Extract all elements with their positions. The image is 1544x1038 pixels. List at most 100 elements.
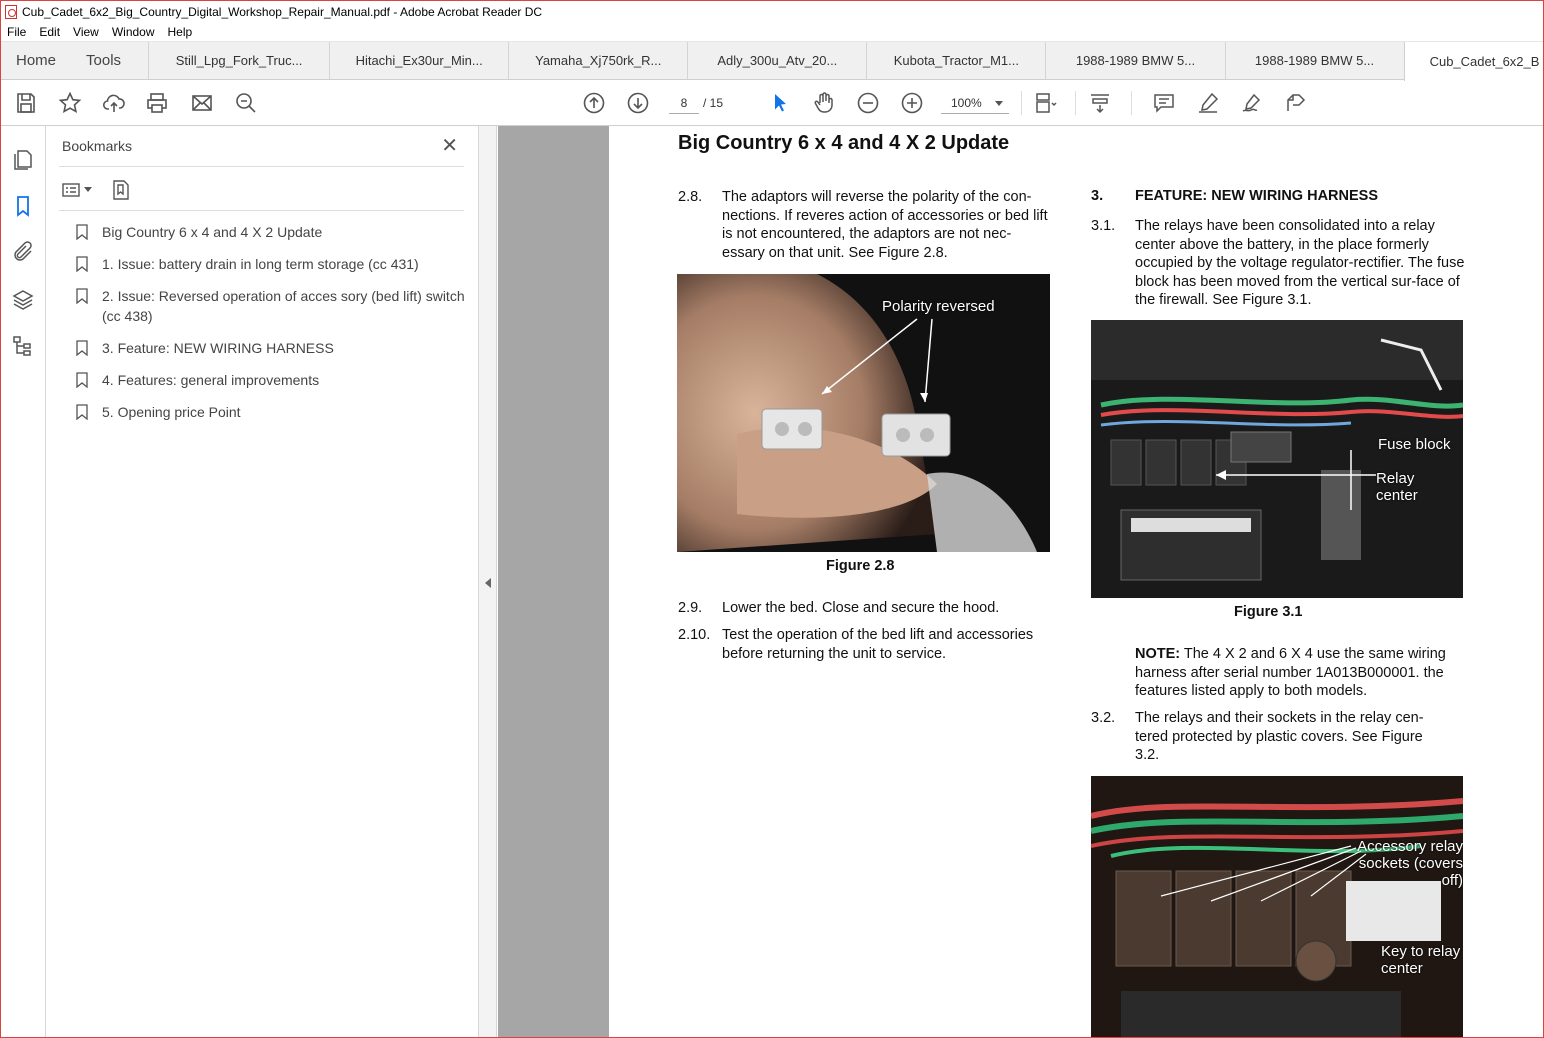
pdf-page: Big Country 6 x 4 and 4 X 2 Update 2.8. … [609,126,1543,1037]
title-bar: Cub_Cadet_6x2_Big_Country_Digital_Worksh… [1,1,1543,23]
bookmark-item[interactable]: 5. Opening price Point [76,402,466,422]
tab-document[interactable]: Adly_300u_Atv_20... [687,42,866,79]
toolbar-divider [1131,91,1132,115]
comment-icon[interactable] [1151,90,1177,116]
bookmark-flag-icon [76,372,88,389]
menu-edit[interactable]: Edit [39,25,60,39]
previous-page-icon[interactable] [581,90,607,116]
scroll-mode-icon[interactable] [1087,90,1113,116]
figure-3-1-photo: Fuse block Relay center [1091,320,1463,598]
collapse-arrow-icon[interactable] [485,578,491,588]
figure-label: Accessory relay sockets (covers off) [1357,838,1463,889]
bookmark-item[interactable]: 3. Feature: NEW WIRING HARNESS [76,338,466,358]
tab-document[interactable]: Kubota_Tractor_M1... [866,42,1045,79]
close-icon[interactable]: ✕ [441,136,458,156]
page-thumbnails-icon[interactable] [11,148,35,172]
window-title: Cub_Cadet_6x2_Big_Country_Digital_Worksh… [22,5,543,19]
upload-cloud-icon[interactable] [101,90,127,116]
zoom-in-icon[interactable] [899,90,925,116]
highlight-pen-icon[interactable] [1195,90,1221,116]
page-layout-icon[interactable] [1033,90,1059,116]
pdf-app-icon [5,5,17,19]
share-tool-icon[interactable] [1283,90,1309,116]
tab-document[interactable]: Hitachi_Ex30ur_Min... [329,42,508,79]
bookmark-flag-icon [76,224,88,241]
bookmark-label: 2. Issue: Reversed operation of acces so… [102,288,465,324]
tab-document-active[interactable]: Cub_Cadet_6x2_B [1403,42,1543,81]
chevron-down-icon [995,101,1003,106]
para-number: 2.9. [678,600,703,616]
zoom-out-icon[interactable] [855,90,881,116]
page-total: / 15 [703,96,724,110]
figure-caption: Figure 2.8 [826,558,895,574]
page-number-input[interactable]: 8 [669,92,699,114]
select-cursor-icon[interactable] [767,90,793,116]
bookmarks-icon[interactable] [11,194,35,218]
menu-file[interactable]: File [7,25,26,39]
attachments-icon[interactable] [11,240,35,264]
bookmark-item[interactable]: Big Country 6 x 4 and 4 X 2 Update [76,222,466,242]
star-icon[interactable] [57,90,83,116]
figure-label: Relay center [1376,470,1418,504]
zoom-value: 100% [951,96,982,110]
divider [59,166,464,167]
bookmark-flag-icon [76,288,88,305]
acrobat-window: Cub_Cadet_6x2_Big_Country_Digital_Worksh… [0,0,1544,1038]
tab-tools[interactable]: Tools [71,42,136,79]
email-icon[interactable] [189,90,215,116]
bookmarks-header: Bookmarks [62,138,133,154]
bookmark-item[interactable]: 1. Issue: battery drain in long term sto… [76,254,466,274]
save-icon[interactable] [13,90,39,116]
note-text: The 4 X 2 and 6 X 4 use the same wiring … [1135,646,1446,699]
paragraph-3-2: The relays and their sockets in the rela… [1135,710,1424,763]
layers-icon[interactable] [11,288,35,312]
paragraph-2-9: Lower the bed. Close and secure the hood… [722,600,1000,616]
search-zoom-icon[interactable] [233,90,259,116]
bookmark-flag-icon [76,340,88,357]
bookmark-label: 4. Features: general improvements [102,372,320,388]
figure-2-8-photo: Polarity reversed [677,274,1050,552]
sign-icon[interactable] [1239,90,1265,116]
divider [59,210,464,211]
toolbar-divider [1075,91,1076,115]
paragraph-2-10: Test the operation of the bed lift and a… [722,627,1034,662]
section-number: 3. [1091,188,1104,204]
navigation-rail [1,126,46,1037]
menu-bar: File Edit View Window Help [1,23,1543,42]
panel-splitter[interactable] [479,126,497,1037]
main-toolbar: 8 / 15 100% [1,81,1543,126]
figure-label: Key to relay center [1381,943,1461,977]
hand-tool-icon[interactable] [811,90,837,116]
print-icon[interactable] [144,90,170,116]
section-heading: FEATURE: NEW WIRING HARNESS [1135,188,1379,204]
document-viewport[interactable]: Big Country 6 x 4 and 4 X 2 Update 2.8. … [498,126,1543,1037]
figure-caption: Figure 3.1 [1234,604,1303,620]
paragraph-2-8: The adaptors will reverse the polarity o… [722,189,1048,261]
menu-view[interactable]: View [73,25,99,39]
tab-document[interactable]: Still_Lpg_Fork_Truc... [148,42,329,79]
bookmark-label: 5. Opening price Point [102,404,241,420]
next-page-icon[interactable] [625,90,651,116]
tab-document[interactable]: 1988-1989 BMW 5... [1045,42,1224,79]
tab-document[interactable]: 1988-1989 BMW 5... [1224,42,1404,79]
note-label: NOTE: [1135,646,1181,662]
tab-home[interactable]: Home [1,42,71,79]
structure-tree-icon[interactable] [11,334,35,358]
menu-help[interactable]: Help [168,25,193,39]
toolbar-divider [1021,91,1022,115]
para-number: 3.1. [1091,218,1116,234]
bookmark-item[interactable]: 4. Features: general improvements [76,370,466,390]
tab-document[interactable]: Yamaha_Xj750rk_R... [508,42,687,79]
options-menu-icon[interactable] [62,182,92,198]
menu-window[interactable]: Window [112,25,155,39]
figure-3-2-photo: Accessory relay sockets (covers off) Key… [1091,776,1463,1037]
bookmark-label: 1. Issue: battery drain in long term sto… [102,256,419,272]
add-bookmark-icon[interactable] [110,179,132,201]
bookmarks-panel: Bookmarks ✕ Big Country 6 x 4 and 4 X 2 … [46,126,479,1037]
bookmark-item[interactable]: 2. Issue: Reversed operation of acces so… [76,286,466,326]
figure-label: Polarity reversed [882,298,995,315]
bookmark-list: Big Country 6 x 4 and 4 X 2 Update 1. Is… [76,222,466,434]
zoom-select[interactable]: 100% [941,92,1009,114]
bookmark-flag-icon [76,256,88,273]
bookmark-tools [62,178,132,202]
